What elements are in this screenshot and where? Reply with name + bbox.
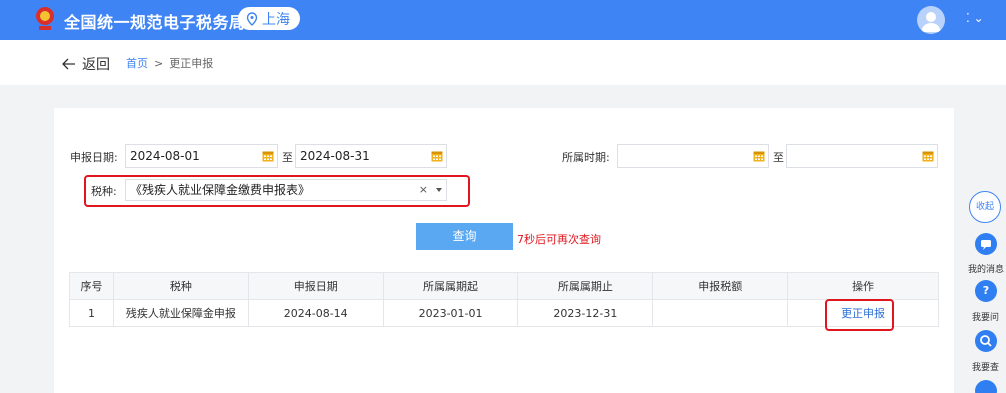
location-pin-icon xyxy=(246,11,258,26)
city-selector[interactable]: 上海 xyxy=(238,7,300,30)
calendar-icon[interactable] xyxy=(753,150,765,162)
breadcrumb-current: 更正申报 xyxy=(169,57,214,70)
back-button[interactable]: 返回 xyxy=(62,54,110,74)
period-end-input[interactable] xyxy=(786,144,938,168)
cell-period-end: 2023-12-31 xyxy=(517,299,654,327)
cell-index: 1 xyxy=(69,299,114,327)
cell-tax-type: 残疾人就业保障金申报 xyxy=(112,299,249,327)
message-icon[interactable] xyxy=(975,233,997,255)
question-icon[interactable]: ? xyxy=(975,280,997,302)
declare-end-value: 2024-08-31 xyxy=(300,149,370,163)
highlight-box-tax-type xyxy=(84,175,470,207)
cell-declare-date: 2024-08-14 xyxy=(247,299,384,327)
search-icon[interactable] xyxy=(975,330,997,352)
collapse-rail-button[interactable]: 收起 xyxy=(969,191,1001,223)
period-range-separator: 至 xyxy=(773,151,784,164)
declare-start-input[interactable]: 2024-08-01 xyxy=(125,144,278,168)
rail-label-ask[interactable]: 我要问 xyxy=(972,310,999,323)
results-table: 序号 税种 申报日期 所属属期起 所属属期止 申报税额 操作 1 残疾人就业保障… xyxy=(69,272,939,327)
col-header-period-end: 所属属期止 xyxy=(517,272,654,300)
user-avatar-icon[interactable] xyxy=(917,6,945,34)
period-start-input[interactable] xyxy=(617,144,769,168)
back-label: 返回 xyxy=(82,57,110,73)
breadcrumb: 首页 > 更正申报 xyxy=(126,55,213,71)
calendar-icon[interactable] xyxy=(975,380,997,393)
date-range-separator: 至 xyxy=(282,151,293,164)
col-header-period-start: 所属属期起 xyxy=(382,272,519,300)
query-button[interactable]: 查询 xyxy=(416,223,513,250)
col-header-tax-amount: 申报税额 xyxy=(652,272,789,300)
rail-label-messages[interactable]: 我的消息 xyxy=(968,262,1004,275)
top-bar: 全国统一规范电子税务局 上海 ⁚ ⌄ xyxy=(0,0,1006,40)
dots-chevron-icon[interactable]: ⁚ ⌄ xyxy=(966,11,984,25)
declare-date-label: 申报日期: xyxy=(70,151,118,164)
calendar-icon[interactable] xyxy=(262,150,274,162)
calendar-icon[interactable] xyxy=(431,150,443,162)
col-header-action: 操作 xyxy=(787,272,939,300)
query-cooldown-text: 7秒后可再次查询 xyxy=(517,233,601,246)
col-header-index: 序号 xyxy=(69,272,114,300)
table-row: 1 残疾人就业保障金申报 2024-08-14 2023-01-01 2023-… xyxy=(69,299,939,327)
tax-emblem-logo xyxy=(36,7,54,30)
app-title: 全国统一规范电子税务局 xyxy=(64,13,246,32)
table-header-row: 序号 税种 申报日期 所属属期起 所属属期止 申报税额 操作 xyxy=(69,272,939,300)
highlight-box-action xyxy=(825,299,894,331)
period-label: 所属时期: xyxy=(562,151,610,164)
col-header-tax-type: 税种 xyxy=(112,272,249,300)
arrow-left-icon xyxy=(62,58,75,70)
breadcrumb-home[interactable]: 首页 xyxy=(126,55,148,71)
breadcrumb-separator: > xyxy=(154,56,164,70)
cell-period-start: 2023-01-01 xyxy=(382,299,519,327)
breadcrumb-bar: 返回 首页 > 更正申报 xyxy=(0,40,1006,85)
declare-start-value: 2024-08-01 xyxy=(130,149,200,163)
cell-tax-amount xyxy=(652,299,789,327)
city-name: 上海 xyxy=(262,11,290,28)
declare-end-input[interactable]: 2024-08-31 xyxy=(295,144,447,168)
col-header-declare-date: 申报日期 xyxy=(247,272,384,300)
rail-label-search[interactable]: 我要查 xyxy=(972,360,999,373)
calendar-icon[interactable] xyxy=(922,150,934,162)
